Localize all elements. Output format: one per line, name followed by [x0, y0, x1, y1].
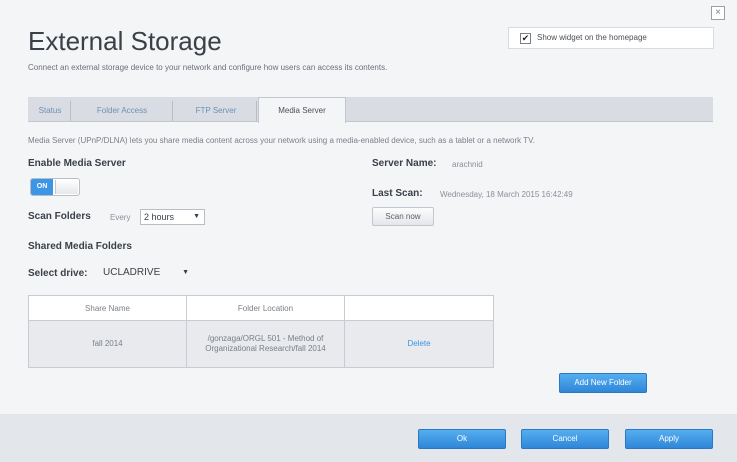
- page-title: External Storage: [28, 26, 222, 56]
- scan-now-button[interactable]: Scan now: [372, 207, 434, 226]
- scan-folders-label: Scan Folders: [28, 211, 91, 222]
- tab-ftp-server[interactable]: FTP Server: [176, 101, 257, 121]
- table-row: fall 2014 /gonzaga/ORGL 501 - Method of …: [28, 320, 494, 368]
- close-icon[interactable]: ×: [711, 6, 725, 20]
- scan-interval-value: 2 hours: [144, 212, 175, 222]
- folder-location-cell: /gonzaga/ORGL 501 - Method of Organizati…: [186, 320, 345, 368]
- ok-button[interactable]: Ok: [418, 429, 506, 449]
- tab-media-server[interactable]: Media Server: [258, 97, 346, 123]
- cancel-button[interactable]: Cancel: [521, 429, 609, 449]
- enable-media-server-label: Enable Media Server: [28, 158, 126, 169]
- table-header-row: Share Name Folder Location: [28, 295, 494, 321]
- page-subtitle: Connect an external storage device to yo…: [28, 63, 388, 72]
- toggle-on-label: ON: [31, 179, 53, 195]
- scan-interval-select[interactable]: 2 hours ▼: [140, 209, 205, 225]
- server-name-value: arachnid: [452, 160, 483, 169]
- scan-every-label: Every: [110, 213, 131, 222]
- show-widget-checkbox[interactable]: ✔: [520, 33, 531, 44]
- toggle-knob: [55, 180, 78, 194]
- media-server-description: Media Server (UPnP/DLNA) lets you share …: [28, 136, 535, 145]
- tab-folder-access[interactable]: Folder Access: [72, 101, 173, 121]
- last-scan-label: Last Scan:: [372, 188, 423, 199]
- delete-link[interactable]: Delete: [344, 320, 494, 368]
- selected-drive-value: UCLADRIVE: [103, 267, 161, 278]
- column-header-folder-location: Folder Location: [186, 295, 345, 321]
- add-new-folder-button[interactable]: Add New Folder: [559, 373, 647, 393]
- enable-media-server-toggle[interactable]: ON: [30, 178, 80, 196]
- show-widget-label: Show widget on the homepage: [537, 33, 647, 42]
- share-name-cell: fall 2014: [28, 320, 187, 368]
- server-name-label: Server Name:: [372, 158, 437, 169]
- tab-status[interactable]: Status: [30, 101, 71, 121]
- chevron-down-icon: ▼: [193, 213, 200, 220]
- select-drive-label: Select drive:: [28, 268, 88, 279]
- chevron-down-icon: ▼: [182, 269, 189, 276]
- select-drive-select[interactable]: UCLADRIVE ▼: [100, 266, 193, 280]
- column-header-actions: [344, 295, 494, 321]
- apply-button[interactable]: Apply: [625, 429, 713, 449]
- column-header-share-name: Share Name: [28, 295, 187, 321]
- shared-folders-table: Share Name Folder Location fall 2014 /go…: [28, 295, 494, 368]
- last-scan-value: Wednesday, 18 March 2015 16:42:49: [440, 190, 573, 199]
- shared-media-folders-heading: Shared Media Folders: [28, 241, 132, 252]
